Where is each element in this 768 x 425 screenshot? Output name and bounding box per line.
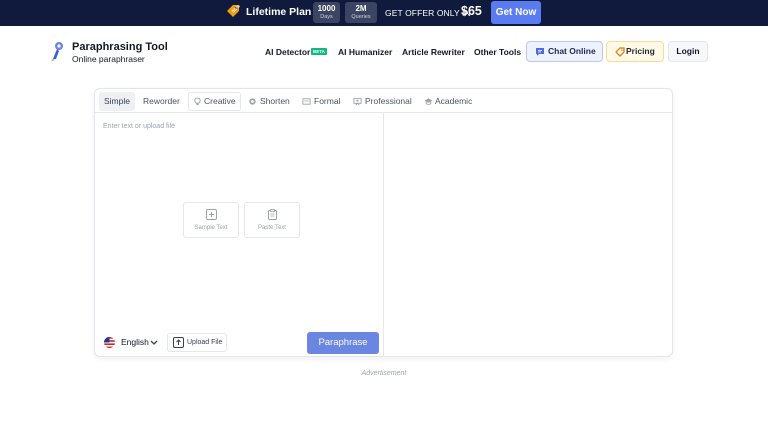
gear-icon	[249, 98, 256, 105]
queries-stat: 2M Queries	[345, 2, 377, 23]
pricing-button[interactable]: Pricing	[606, 41, 664, 62]
nav-ai-detector[interactable]: AI Detector	[265, 47, 310, 57]
brand-name[interactable]: Paraphrasing Tool	[72, 41, 168, 53]
queries-label: Queries	[351, 14, 371, 20]
editor-divider	[383, 113, 384, 356]
mode-tabs: Simple Reworder Creative Shorten Formal	[95, 89, 672, 113]
nav-ai-humanizer[interactable]: AI Humanizer	[338, 47, 392, 57]
language-label: English	[121, 337, 149, 347]
upload-file-label: Upload File	[187, 339, 223, 346]
clipboard-icon	[268, 209, 277, 220]
input-placeholder[interactable]: Enter text or upload file	[103, 123, 175, 130]
chat-icon	[536, 48, 544, 56]
get-now-button[interactable]: Get Now	[491, 1, 541, 24]
tag-icon	[615, 47, 625, 57]
promo-title: Lifetime Plan	[246, 6, 312, 18]
tab-reworder[interactable]: Reworder	[143, 92, 180, 111]
tab-academic-label: Academic	[435, 96, 473, 106]
tab-creative[interactable]: Creative	[192, 92, 240, 111]
paste-text-button[interactable]: Paste Text	[244, 202, 300, 238]
advertisement-label: Advertisement	[361, 370, 407, 377]
tab-creative-label: Creative	[204, 96, 236, 106]
brand-tagline: Online paraphraser	[72, 54, 145, 64]
pricing-label: Pricing	[626, 46, 655, 56]
tab-formal[interactable]: Formal	[302, 92, 344, 111]
offer-price: $65	[461, 4, 482, 18]
sample-text-label: Sample Text	[194, 225, 228, 231]
chevron-down-icon	[150, 340, 158, 345]
presentation-icon	[353, 97, 362, 106]
upload-icon	[173, 337, 184, 348]
tab-shorten-label: Shorten	[260, 96, 290, 106]
graduation-cap-icon	[424, 98, 433, 105]
add-square-icon	[206, 209, 217, 220]
nav-article-rewriter[interactable]: Article Rewriter	[402, 47, 465, 57]
price-tag-icon: 50%	[227, 3, 241, 17]
beta-badge: BETA	[311, 48, 327, 55]
chat-online-button[interactable]: Chat Online	[526, 41, 603, 62]
days-label: Days	[320, 14, 333, 20]
chat-online-label: Chat Online	[548, 46, 596, 56]
paste-text-label: Paste Text	[258, 225, 286, 231]
tab-professional[interactable]: Professional	[352, 92, 414, 111]
tab-academic[interactable]: Academic	[423, 92, 475, 111]
sample-text-button[interactable]: Sample Text	[183, 202, 239, 238]
us-flag-icon	[104, 337, 115, 348]
offer-text: GET OFFER ONLY IN	[385, 8, 471, 18]
days-stat: 1000 Days	[313, 2, 340, 23]
nav-other-tools[interactable]: Other Tools	[474, 47, 521, 57]
bulb-icon	[194, 97, 201, 106]
logo-icon[interactable]	[50, 41, 66, 61]
queries-value: 2M	[355, 4, 367, 13]
login-button[interactable]: Login	[668, 41, 708, 62]
promo-banner: 50% Lifetime Plan 1000 Days 2M Queries G…	[0, 0, 768, 26]
tab-shorten[interactable]: Shorten	[247, 92, 295, 111]
paraphraser-card: Simple Reworder Creative Shorten Formal	[94, 88, 673, 357]
language-select[interactable]: English	[99, 333, 160, 352]
upload-file-button[interactable]: Upload File	[167, 333, 227, 352]
tab-formal-label: Formal	[314, 96, 341, 106]
days-value: 1000	[317, 4, 336, 13]
tab-professional-label: Professional	[365, 96, 412, 106]
tab-simple[interactable]: Simple	[99, 92, 135, 111]
list-icon	[302, 98, 311, 105]
paraphrase-button[interactable]: Paraphrase	[307, 332, 379, 354]
